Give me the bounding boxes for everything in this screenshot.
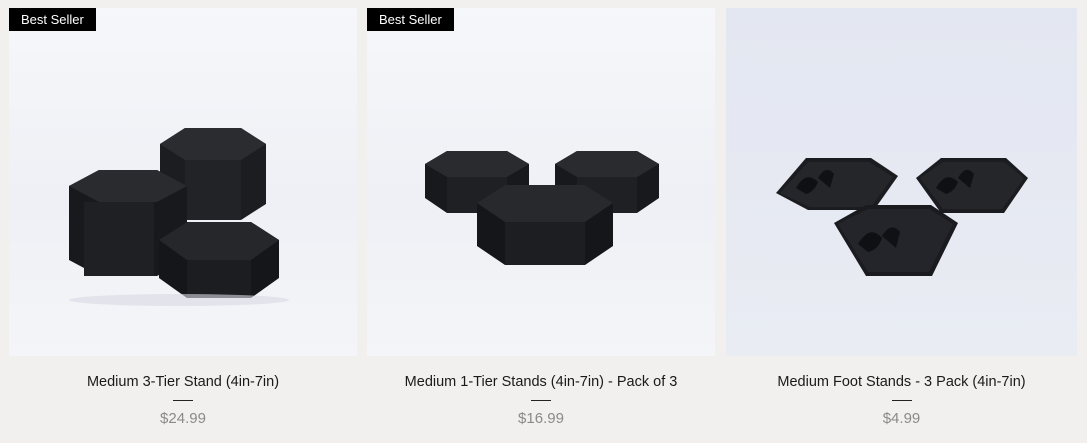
product-title[interactable]: Medium 3-Tier Stand (4in-7in) (9, 374, 357, 390)
title-divider (891, 400, 912, 401)
product-price: $4.99 (882, 410, 921, 427)
product-card[interactable]: Medium Foot Stands - 3 Pack (4in-7in) $4… (726, 8, 1077, 443)
one-tier-stands-image (425, 151, 659, 265)
title-divider (531, 400, 551, 401)
best-seller-badge: Best Seller (9, 8, 96, 31)
foot-stands-image (776, 158, 1028, 276)
three-tier-stand-image (69, 128, 289, 306)
product-title[interactable]: Medium 1-Tier Stands (4in-7in) - Pack of… (367, 374, 715, 390)
best-seller-badge: Best Seller (367, 8, 454, 31)
product-card[interactable]: Best Seller Medium 1-Tier Stands (4in-7i… (367, 8, 715, 443)
product-grid: Best Seller Medium 3-Tier Stand (4in-7in… (0, 0, 1087, 443)
product-price: $16.99 (518, 410, 564, 427)
product-price: $24.99 (160, 410, 206, 427)
product-image[interactable]: Best Seller (367, 8, 715, 356)
product-image[interactable] (726, 8, 1077, 356)
product-card[interactable]: Best Seller Medium 3-Tier Stand (4in-7in… (9, 8, 357, 443)
product-image[interactable]: Best Seller (9, 8, 357, 356)
product-title[interactable]: Medium Foot Stands - 3 Pack (4in-7in) (726, 374, 1077, 390)
title-divider (173, 400, 193, 401)
